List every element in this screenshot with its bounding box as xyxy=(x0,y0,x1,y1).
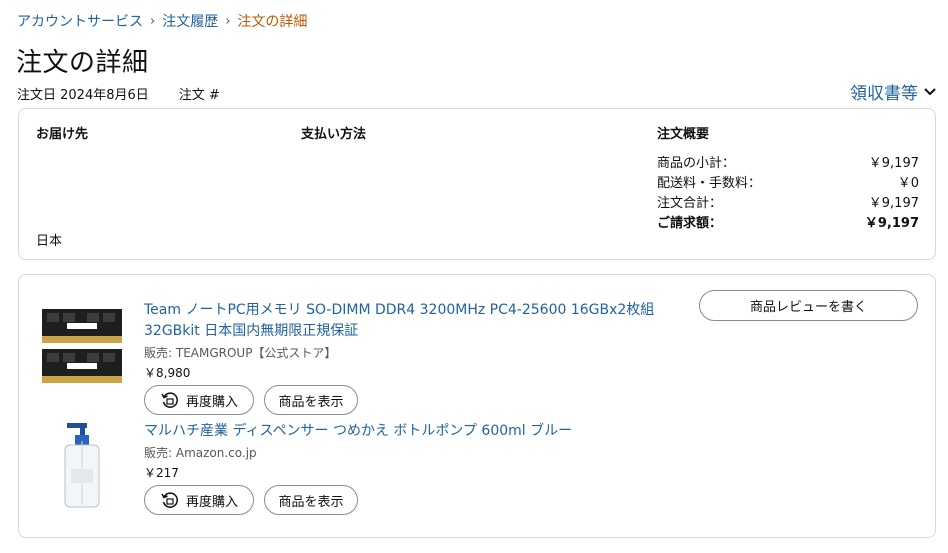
summary-heading: 注文概要 xyxy=(657,127,710,142)
summary-label: 商品の小計： xyxy=(657,156,736,171)
view-item-label: 商品を表示 xyxy=(278,494,344,510)
breadcrumb-account-service[interactable]: アカウントサービス xyxy=(17,11,143,31)
write-review-label: 商品レビューを書く xyxy=(749,300,867,315)
view-item-button[interactable]: 商品を表示 xyxy=(264,385,358,415)
item-title-line: 32GBkit 日本国内無期限正規保証 xyxy=(144,323,359,339)
receipt-label: 領収書等 xyxy=(850,84,918,104)
order-info-card: お届け先 日本 支払い方法 注文概要 商品の小計： ￥9,197 配送料・手数料… xyxy=(18,108,936,260)
summary-value: ￥9,197 xyxy=(868,196,919,211)
breadcrumb-separator: › xyxy=(225,13,231,29)
receipt-dropdown[interactable]: 領収書等 xyxy=(850,79,936,104)
summary-shipping-row: 配送料・手数料： ￥0 xyxy=(657,172,919,191)
summary-total-row: 注文合計： ￥9,197 xyxy=(657,192,919,211)
payment-heading: 支払い方法 xyxy=(301,127,367,142)
breadcrumb-separator: › xyxy=(150,13,156,29)
summary-value: ￥0 xyxy=(897,176,919,191)
breadcrumb-order-history[interactable]: 注文履歴 xyxy=(162,11,218,31)
buy-again-label: 再度購入 xyxy=(185,394,238,410)
page-title: 注文の詳細 xyxy=(16,48,149,78)
summary-subtotal-row: 商品の小計： ￥9,197 xyxy=(657,152,919,171)
summary-value: ￥9,197 xyxy=(864,216,919,231)
order-date: 注文日 2024年8月6日 xyxy=(17,88,149,103)
summary-label: 注文合計： xyxy=(657,196,723,211)
item-price: ￥8,980 xyxy=(144,366,191,380)
item-seller: 販売: Amazon.co.jp xyxy=(144,446,257,460)
memory-product-image[interactable] xyxy=(41,307,123,387)
buy-again-label: 再度購入 xyxy=(185,494,238,510)
view-item-label: 商品を表示 xyxy=(278,394,344,410)
buy-again-icon xyxy=(160,390,180,410)
item-seller: 販売: TEAMGROUP【公式ストア】 xyxy=(144,346,337,360)
summary-billed-row: ご請求額： ￥9,197 xyxy=(657,212,919,231)
breadcrumb: アカウントサービス › 注文履歴 › 注文の詳細 xyxy=(17,11,307,31)
write-review-button[interactable]: 商品レビューを書く xyxy=(699,290,918,321)
shipping-country: 日本 xyxy=(36,234,63,249)
chevron-down-icon xyxy=(924,87,936,95)
buy-again-button[interactable]: 再度購入 xyxy=(144,385,254,415)
buy-again-button[interactable]: 再度購入 xyxy=(144,485,254,515)
bottle-product-image[interactable] xyxy=(57,421,107,511)
item-title-line: Team ノートPC用メモリ SO-DIMM DDR4 3200MHz PC4-… xyxy=(144,302,655,318)
order-meta: 注文日 2024年8月6日 注文 # xyxy=(17,84,220,103)
summary-value: ￥9,197 xyxy=(868,156,919,171)
item-price: ￥217 xyxy=(144,466,179,480)
breadcrumb-current: 注文の詳細 xyxy=(237,14,308,30)
view-item-button[interactable]: 商品を表示 xyxy=(264,485,358,515)
summary-label: ご請求額： xyxy=(657,216,723,231)
item-title-link[interactable]: マルハチ産業 ディスペンサー つめかえ ボトルポンプ 600ml ブルー xyxy=(144,421,572,442)
order-number: 注文 # xyxy=(178,88,220,103)
shipping-heading: お届け先 xyxy=(36,127,89,142)
summary-label: 配送料・手数料： xyxy=(657,176,762,191)
items-card: Team ノートPC用メモリ SO-DIMM DDR4 3200MHz PC4-… xyxy=(18,274,936,538)
buy-again-icon xyxy=(160,490,180,510)
item-title-line: マルハチ産業 ディスペンサー つめかえ ボトルポンプ 600ml ブルー xyxy=(144,423,573,439)
item-title-link[interactable]: Team ノートPC用メモリ SO-DIMM DDR4 3200MHz PC4-… xyxy=(144,300,654,342)
